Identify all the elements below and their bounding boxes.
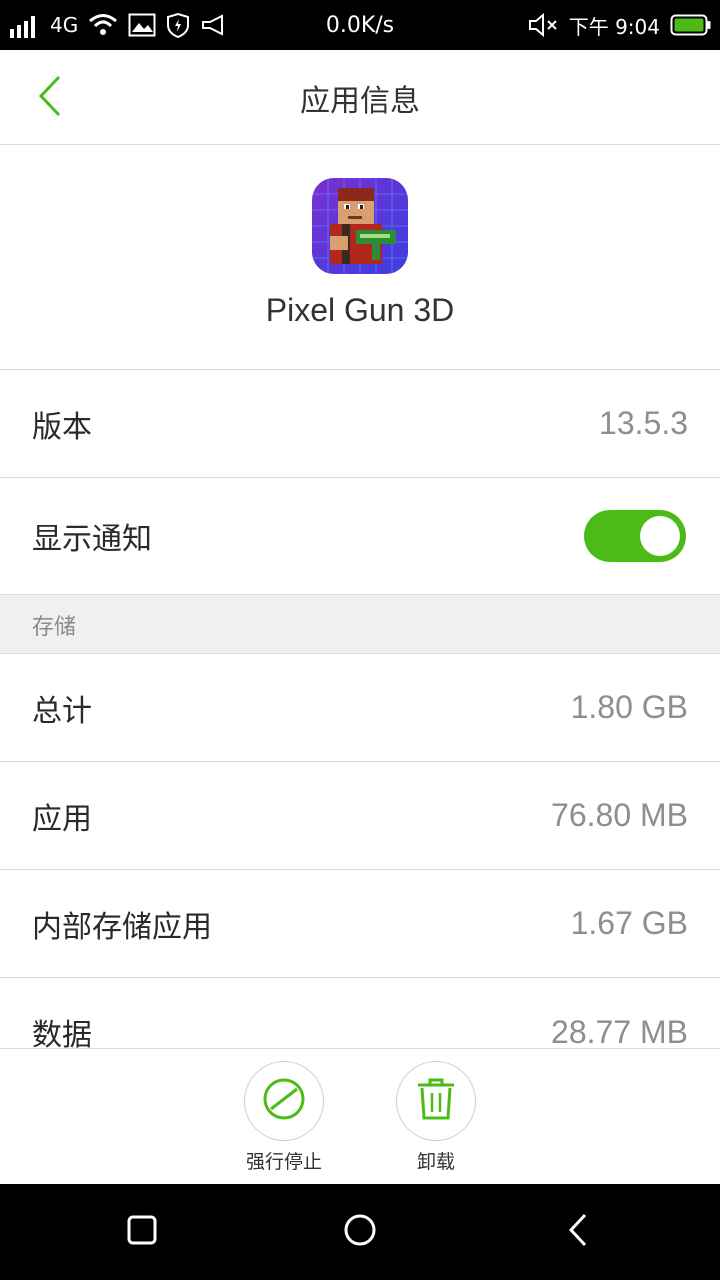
notification-toggle[interactable] (584, 510, 686, 562)
storage-row-app: 应用 76.80 MB (0, 762, 720, 870)
force-stop-button[interactable]: 强行停止 (224, 1061, 344, 1181)
version-label: 版本 (32, 409, 92, 445)
signal-icon (8, 10, 40, 40)
storage-row-label: 总计 (32, 693, 92, 729)
back-button[interactable] (20, 70, 80, 126)
status-bar: 4G 0.0K/s 下午 9:04 (0, 0, 720, 50)
pixel-gun-app-icon (312, 178, 408, 274)
mute-icon (527, 11, 559, 39)
home-button[interactable] (330, 1204, 390, 1260)
storage-section-header: 存储 (0, 595, 720, 654)
network-speed: 0.0K/s (325, 12, 395, 38)
version-row: 版本 13.5.3 (0, 370, 720, 478)
shield-icon (166, 12, 190, 38)
app-header: Pixel Gun 3D (0, 146, 720, 370)
clock: 下午 9:04 (568, 14, 660, 39)
storage-row-value: 1.67 GB (570, 905, 688, 941)
trash-icon (414, 1076, 458, 1126)
storage-row-label: 应用 (32, 801, 92, 837)
storage-section-label: 存储 (32, 614, 77, 640)
notification-row: 显示通知 (0, 478, 720, 595)
storage-row-value: 76.80 MB (551, 797, 688, 833)
uninstall-label: 卸载 (416, 1151, 455, 1173)
app-name: Pixel Gun 3D (265, 292, 455, 328)
navigation-bar (0, 1184, 720, 1280)
force-stop-circle (244, 1061, 324, 1141)
app-bar: 应用信息 (0, 50, 720, 145)
action-bar: 强行停止 卸载 (0, 1048, 720, 1184)
storage-row-value: 1.80 GB (570, 689, 688, 725)
back-icon (565, 1212, 591, 1252)
uninstall-button[interactable]: 卸载 (376, 1061, 496, 1181)
battery-icon (670, 13, 712, 37)
recents-button[interactable] (112, 1204, 172, 1260)
notification-label: 显示通知 (32, 522, 152, 557)
network-type: 4G (50, 13, 79, 37)
page-title: 应用信息 (300, 83, 420, 119)
version-value: 13.5.3 (599, 405, 688, 441)
chevron-left-icon (35, 74, 65, 122)
storage-row-total: 总计 1.80 GB (0, 654, 720, 762)
recents-icon (126, 1214, 158, 1250)
storage-row-label: 内部存储应用 (32, 909, 212, 945)
stop-icon (261, 1076, 307, 1126)
force-stop-label: 强行停止 (245, 1151, 322, 1173)
home-icon (343, 1213, 377, 1251)
wifi-icon (88, 12, 118, 38)
toggle-knob (640, 516, 680, 556)
storage-row-internal: 内部存储应用 1.67 GB (0, 870, 720, 978)
uninstall-circle (396, 1061, 476, 1141)
nav-back-button[interactable] (548, 1204, 608, 1260)
image-icon (128, 13, 156, 37)
megaphone-icon (200, 13, 228, 37)
